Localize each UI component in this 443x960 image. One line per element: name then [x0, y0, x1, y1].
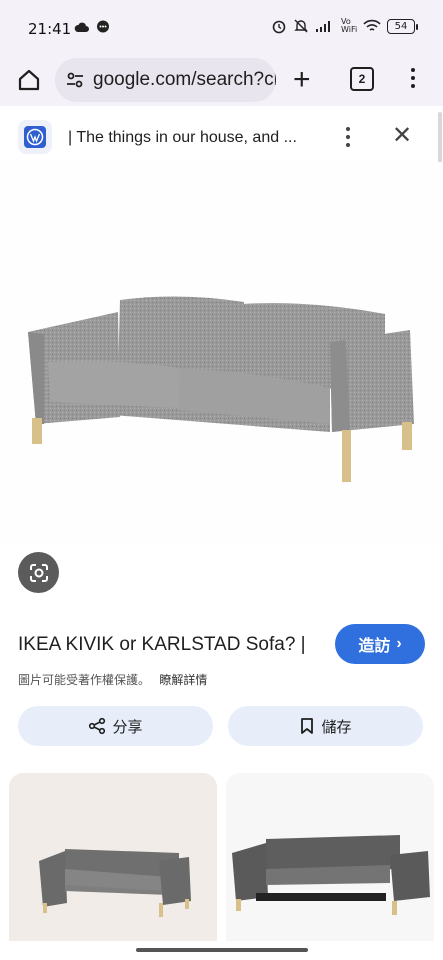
chat-bubble-icon: [97, 20, 109, 33]
browser-toolbar: google.com/search?cl + 2: [0, 56, 443, 106]
visit-label: 造訪: [358, 638, 391, 655]
vowifi-label: Vo WiFi: [341, 17, 358, 34]
copyright-text: 圖片可能受著作權保護。: [18, 673, 151, 687]
wifi-icon: [363, 19, 381, 31]
site-settings-icon[interactable]: [65, 70, 85, 90]
status-bar: 21:41 Vo WiFi 54: [0, 0, 443, 56]
lens-icon: [29, 563, 48, 582]
save-label: 儲存: [321, 718, 352, 736]
related-image-card[interactable]: [226, 773, 434, 941]
signal-icon: [316, 21, 330, 32]
source-title[interactable]: | The things in our house, and ...: [68, 129, 297, 147]
status-right-icons: Vo WiFi 54: [271, 17, 418, 34]
learn-more-link[interactable]: 瞭解詳情: [159, 673, 207, 687]
result-image[interactable]: [0, 162, 443, 542]
visit-button[interactable]: 造訪 ›: [335, 624, 425, 664]
cloud-icon: [74, 22, 89, 32]
tab-switcher-button[interactable]: 2: [350, 67, 374, 91]
save-button[interactable]: 儲存: [228, 706, 423, 746]
source-header: | The things in our house, and ... ✕: [0, 110, 443, 162]
copyright-notice: 圖片可能受著作權保護。 瞭解詳情: [18, 671, 207, 688]
close-icon[interactable]: ✕: [392, 124, 412, 148]
more-options-icon[interactable]: [346, 127, 350, 151]
address-bar[interactable]: google.com/search?cl: [55, 58, 276, 102]
chevron-right-icon: ›: [396, 635, 402, 652]
related-image-card[interactable]: [9, 773, 217, 941]
share-button[interactable]: 分享: [18, 706, 213, 746]
share-label: 分享: [112, 718, 143, 736]
google-lens-button[interactable]: [18, 552, 59, 593]
result-caption[interactable]: IKEA KIVIK or KARLSTAD Sofa? |: [18, 634, 306, 656]
home-icon[interactable]: [16, 67, 42, 93]
overflow-menu-icon[interactable]: [410, 68, 416, 92]
status-left-icons: [74, 20, 110, 34]
battery-icon: 54: [387, 18, 418, 34]
new-tab-button[interactable]: +: [293, 65, 311, 95]
url-text[interactable]: google.com/search?cl: [93, 69, 276, 91]
gesture-bar[interactable]: [136, 948, 308, 952]
bookmark-icon: [301, 718, 314, 734]
status-time: 21:41: [28, 20, 72, 38]
wordpress-logo-icon: [18, 120, 52, 154]
alarm-icon: [272, 20, 286, 34]
bell-off-icon: [294, 19, 308, 33]
share-icon: [89, 717, 106, 735]
